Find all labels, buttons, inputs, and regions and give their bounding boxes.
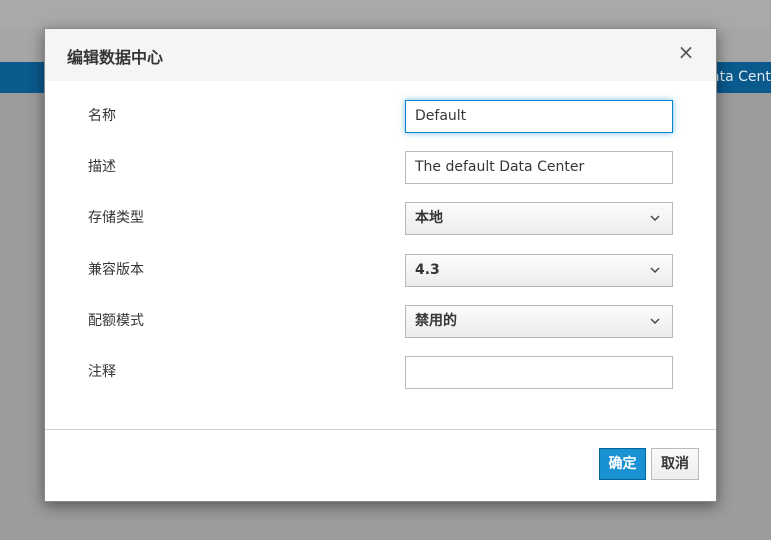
chevron-down-icon [650, 306, 662, 337]
storage-type-value: 本地 [415, 210, 443, 226]
edit-datacenter-dialog: 编辑数据中心 × 名称 Default 描述 The default Data … [44, 28, 717, 502]
compat-version-value: 4.3 [415, 262, 440, 278]
description-label: 描述 [88, 159, 116, 175]
comment-label: 注释 [88, 364, 116, 380]
storage-type-select[interactable]: 本地 [405, 202, 673, 235]
description-input[interactable]: The default Data Center [405, 151, 673, 184]
storage-type-label: 存储类型 [88, 210, 144, 226]
comment-input[interactable] [405, 356, 673, 389]
dialog-title: 编辑数据中心 [67, 48, 164, 67]
quota-mode-value: 禁用的 [415, 313, 457, 329]
dialog-header: 编辑数据中心 × [45, 29, 716, 81]
cancel-button[interactable]: 取消 [651, 448, 699, 480]
footer-divider [45, 429, 716, 430]
background-top-bar [0, 0, 771, 28]
name-input[interactable]: Default [405, 100, 673, 133]
close-icon[interactable]: × [676, 41, 696, 63]
ok-button[interactable]: 确定 [599, 448, 646, 480]
compat-version-label: 兼容版本 [88, 262, 144, 278]
quota-mode-select[interactable]: 禁用的 [405, 305, 673, 338]
background-band-text: ata Center [711, 69, 771, 85]
chevron-down-icon [650, 255, 662, 286]
chevron-down-icon [650, 203, 662, 234]
compat-version-select[interactable]: 4.3 [405, 254, 673, 287]
quota-mode-label: 配额模式 [88, 313, 144, 329]
name-label: 名称 [88, 108, 116, 124]
